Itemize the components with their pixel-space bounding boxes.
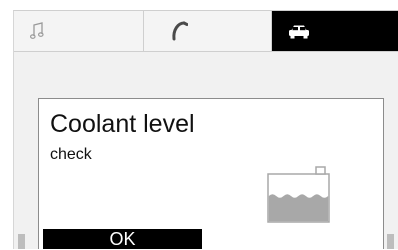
right-edge-marker <box>387 234 394 249</box>
tab-vehicle[interactable] <box>272 11 398 51</box>
dialog-message: check <box>50 146 92 163</box>
coolant-reservoir-icon <box>267 165 331 228</box>
left-edge-marker <box>18 234 25 249</box>
warning-dialog: Coolant level check <box>38 98 384 249</box>
tab-audio[interactable] <box>14 11 144 51</box>
ok-button[interactable]: OK <box>43 229 202 249</box>
car-icon <box>288 23 310 39</box>
display-screen: Coolant level check OK <box>13 10 398 249</box>
tab-bar <box>14 11 398 52</box>
music-note-icon <box>30 22 44 40</box>
tab-phone[interactable] <box>144 11 272 51</box>
phone-icon <box>170 21 188 41</box>
dialog-title: Coolant level <box>50 110 195 138</box>
